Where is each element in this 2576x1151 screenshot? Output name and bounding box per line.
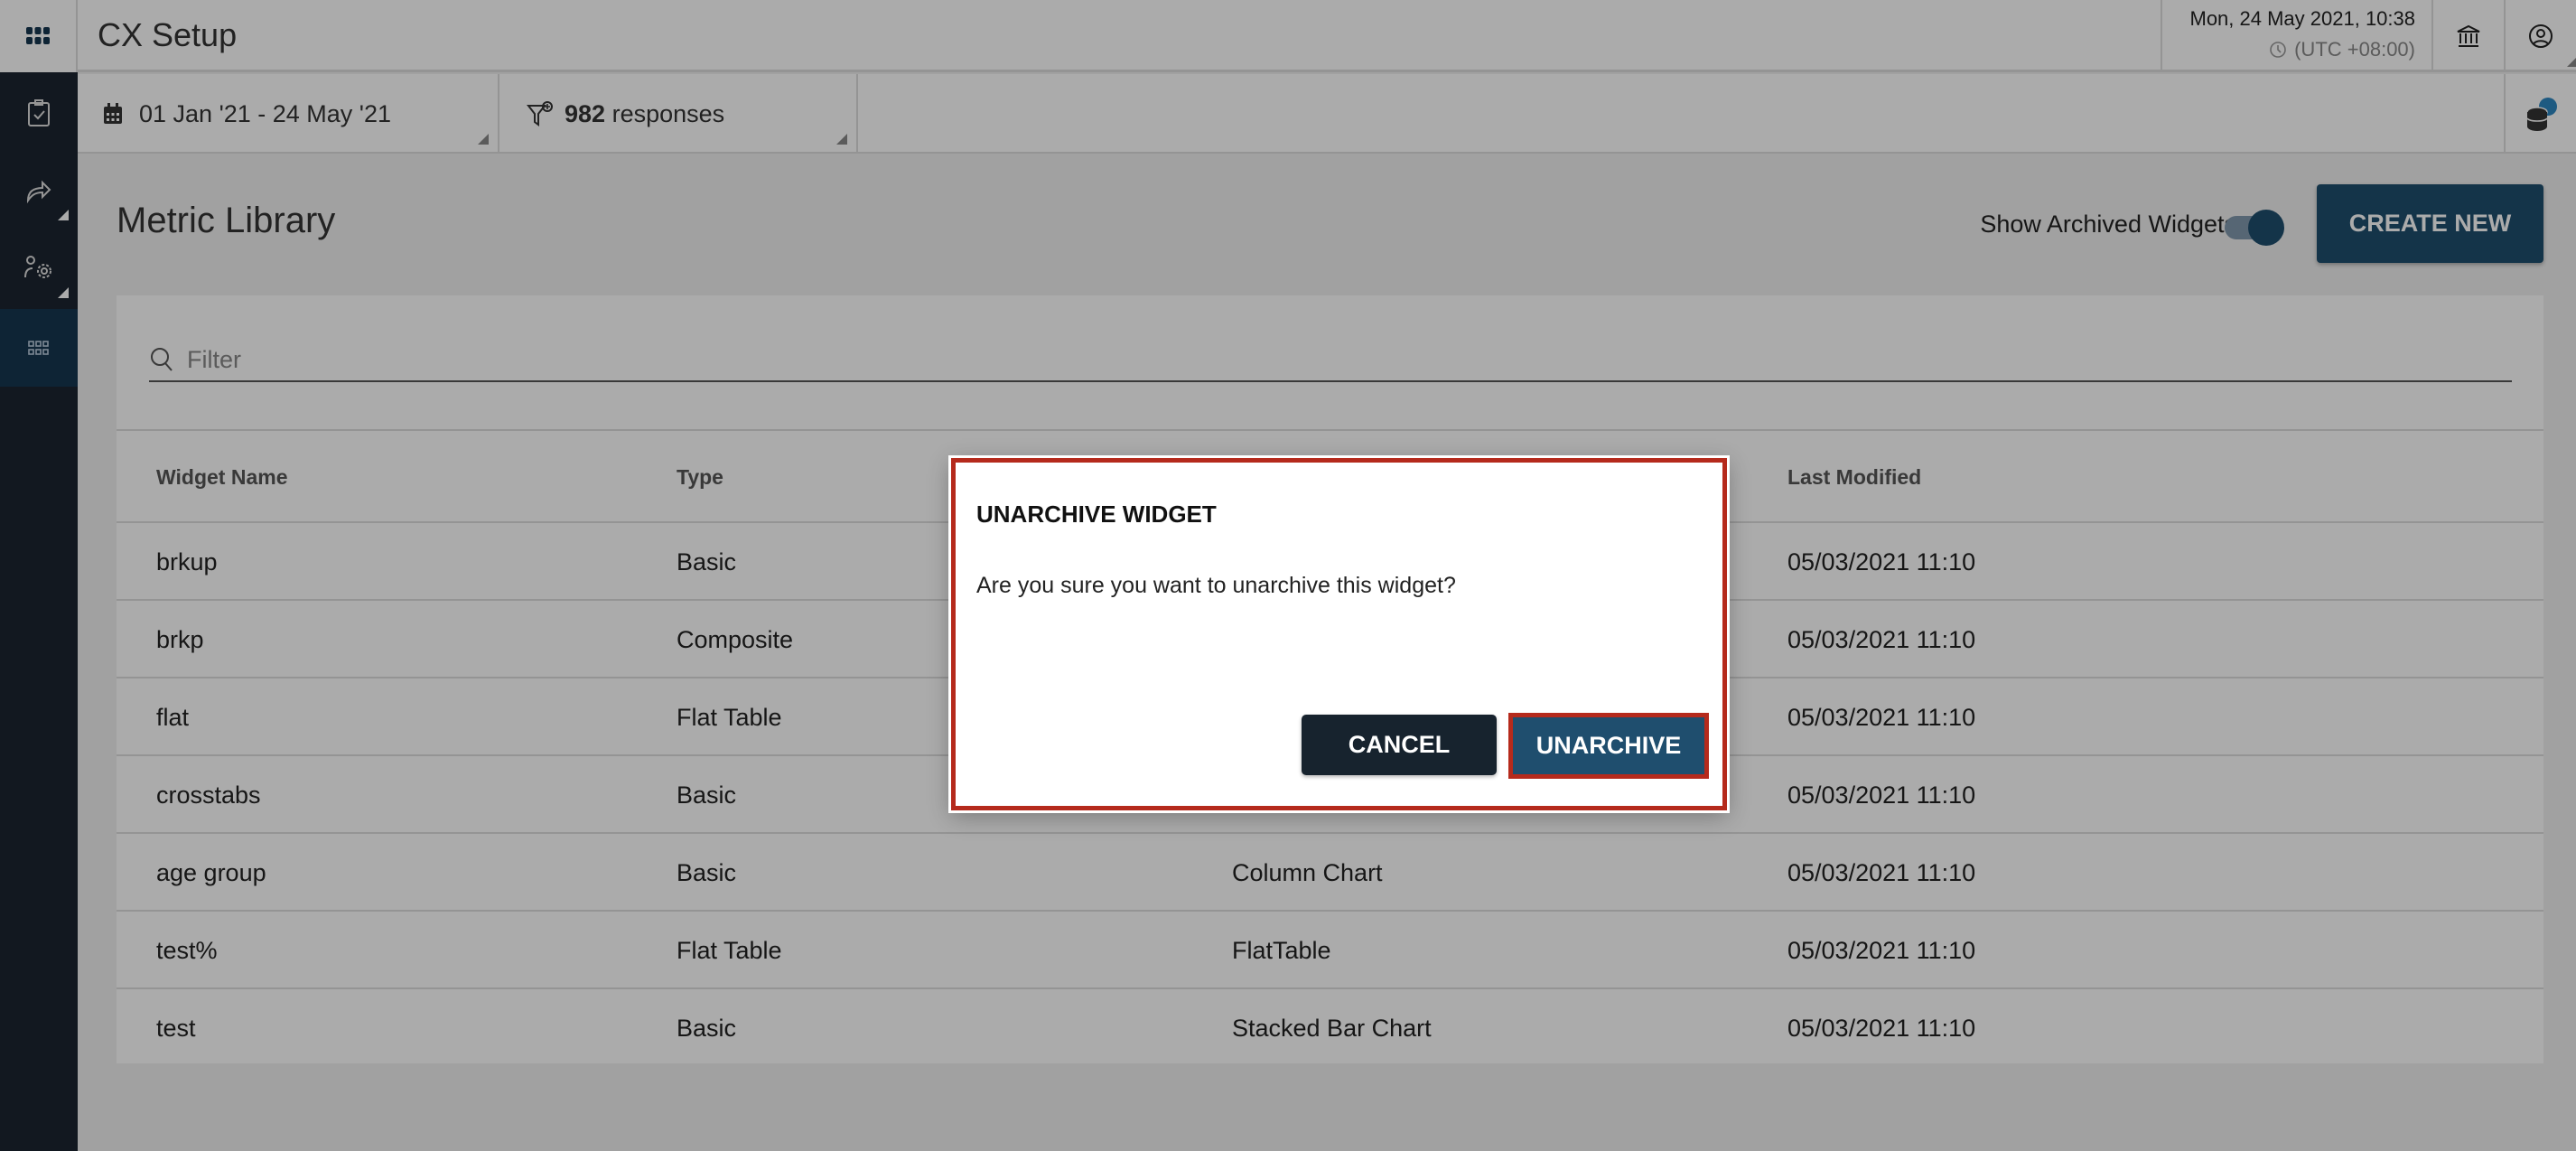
unarchive-dialog: UNARCHIVE WIDGET Are you sure you want t…	[948, 455, 1730, 813]
cancel-button[interactable]: CANCEL	[1302, 715, 1497, 775]
dialog-message: Are you sure you want to unarchive this …	[976, 573, 1456, 598]
unarchive-button[interactable]: UNARCHIVE	[1508, 713, 1709, 779]
dialog-title: UNARCHIVE WIDGET	[976, 501, 1217, 528]
